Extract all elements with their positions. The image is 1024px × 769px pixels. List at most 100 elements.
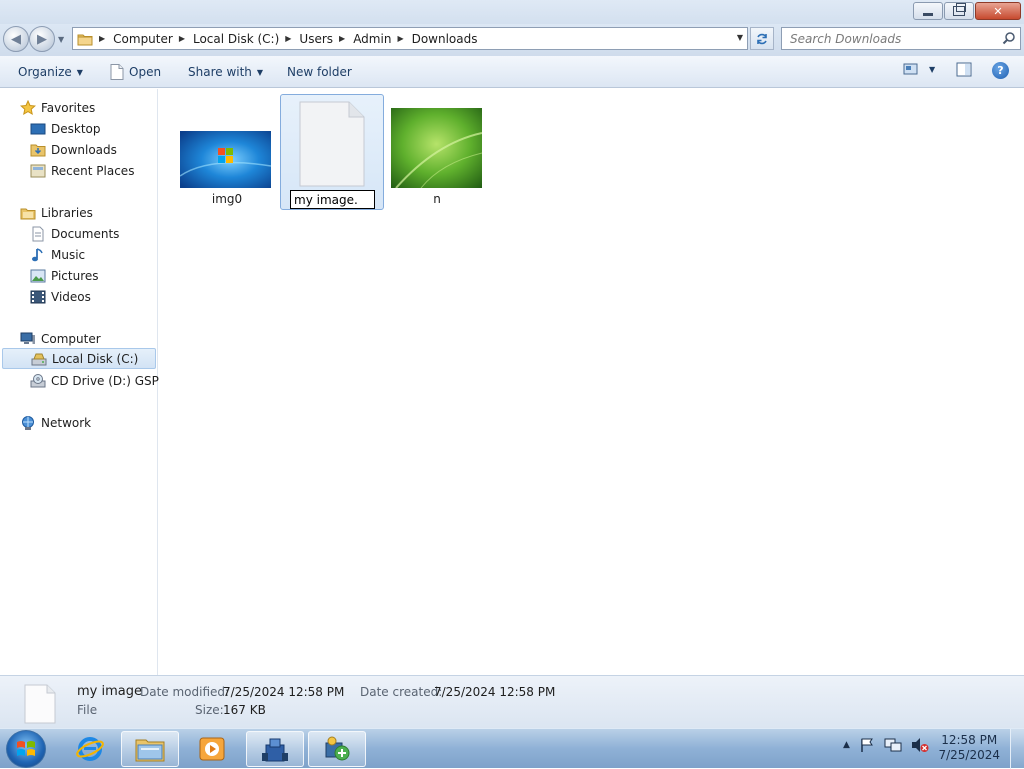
sidebar-label: Desktop bbox=[51, 121, 101, 136]
media-player-icon bbox=[199, 737, 225, 761]
breadcrumb-downloads[interactable]: Downloads bbox=[412, 32, 478, 46]
sidebar-label: CD Drive (D:) GSP1R bbox=[51, 373, 175, 388]
rename-field[interactable] bbox=[290, 190, 375, 209]
file-item-my-image[interactable] bbox=[280, 94, 384, 210]
sidebar-item-videos[interactable]: Videos bbox=[30, 286, 91, 307]
windows-explorer-icon bbox=[135, 739, 165, 762]
clock-time: 12:58 PM bbox=[941, 733, 998, 747]
taskbar-app-1[interactable] bbox=[246, 731, 304, 767]
share-with-label: Share with bbox=[188, 65, 252, 79]
taskbar: ▲ 12:58 PM 7/25/2024 bbox=[0, 728, 1024, 769]
sidebar-label: Documents bbox=[51, 226, 120, 241]
blank-file-icon bbox=[299, 101, 365, 187]
back-button[interactable]: ◀ bbox=[3, 26, 29, 52]
clock-date: 7/25/2024 bbox=[938, 748, 1000, 762]
organize-button[interactable]: Organize ▼ bbox=[18, 63, 83, 81]
organize-label: Organize bbox=[18, 65, 72, 79]
sidebar-label: Downloads bbox=[51, 142, 117, 157]
help-button[interactable]: ? bbox=[992, 62, 1009, 79]
sidebar-item-downloads[interactable]: Downloads bbox=[30, 139, 117, 160]
network-status-icon[interactable] bbox=[884, 737, 902, 753]
server-manager-icon bbox=[262, 738, 288, 762]
breadcrumb-root-arrow[interactable]: ▶ bbox=[97, 34, 113, 43]
recent-pages-dropdown[interactable]: ▼ bbox=[58, 35, 64, 44]
view-icon bbox=[903, 63, 918, 75]
taskbar-app-2[interactable] bbox=[308, 731, 366, 767]
sidebar-item-network[interactable]: Network bbox=[20, 412, 91, 433]
downloads-folder-icon bbox=[30, 144, 46, 156]
file-list[interactable]: img0 n bbox=[159, 89, 1024, 675]
taskbar-internet-explorer[interactable] bbox=[61, 731, 119, 767]
windows-logo-icon bbox=[17, 741, 35, 756]
taskbar-media-player[interactable] bbox=[183, 731, 241, 767]
refresh-icon bbox=[757, 33, 767, 44]
sidebar-item-recent-places[interactable]: Recent Places bbox=[30, 160, 134, 181]
command-bar: Organize ▼ Open Share with ▼ New folder ▼ bbox=[0, 56, 1024, 88]
sidebar-label: Videos bbox=[51, 289, 91, 304]
sidebar-item-music[interactable]: Music bbox=[30, 244, 85, 265]
minimize-icon bbox=[923, 12, 933, 16]
navigation-pane: Favorites Desktop Downloads Recent Place… bbox=[0, 89, 175, 675]
chevron-down-icon: ▼ bbox=[76, 67, 83, 77]
start-button[interactable] bbox=[6, 730, 46, 768]
sidebar-item-libraries[interactable]: Libraries bbox=[20, 202, 93, 223]
size-label: Size: bbox=[195, 703, 224, 717]
recent-places-icon bbox=[30, 164, 46, 177]
sidebar-item-pictures[interactable]: Pictures bbox=[30, 265, 99, 286]
address-dropdown-arrow[interactable]: ▼ bbox=[737, 33, 743, 42]
system-tray: ▲ bbox=[843, 737, 938, 753]
breadcrumb-admin[interactable]: Admin ▶ bbox=[353, 32, 411, 46]
folder-icon bbox=[77, 34, 93, 45]
sidebar-label: Computer bbox=[41, 331, 101, 346]
volume-muted-icon[interactable] bbox=[911, 737, 929, 753]
desktop-icon bbox=[30, 123, 46, 134]
new-folder-button[interactable]: New folder bbox=[287, 63, 352, 81]
sidebar-label: Libraries bbox=[41, 205, 93, 220]
action-center-flag-icon[interactable] bbox=[859, 737, 875, 753]
breadcrumb-computer[interactable]: Computer ▶ bbox=[113, 32, 193, 46]
refresh-button[interactable] bbox=[750, 27, 774, 50]
close-button[interactable]: ✕ bbox=[975, 2, 1021, 20]
explorer-window: ✕ ◀ ▶ ▼ ▶ Computer ▶ Local Disk (C:) ▶ Use… bbox=[0, 0, 1024, 728]
taskbar-windows-explorer[interactable] bbox=[121, 731, 179, 767]
share-with-button[interactable]: Share with ▼ bbox=[188, 63, 263, 81]
sidebar-item-favorites[interactable]: Favorites bbox=[20, 97, 95, 118]
file-item-n[interactable]: n bbox=[385, 95, 489, 213]
date-modified-label: Date modified: bbox=[140, 685, 230, 699]
address-bar[interactable]: ▶ Computer ▶ Local Disk (C:) ▶ Users ▶ Admi… bbox=[72, 27, 748, 50]
search-input[interactable] bbox=[782, 28, 992, 49]
show-hidden-icons-button[interactable]: ▲ bbox=[843, 740, 850, 750]
date-created-label: Date created: bbox=[360, 685, 443, 699]
file-name: img0 bbox=[211, 192, 243, 206]
sidebar-item-documents[interactable]: Documents bbox=[30, 223, 119, 244]
system-clock[interactable]: 12:58 PM 7/25/2024 bbox=[938, 733, 1000, 763]
show-desktop-button[interactable] bbox=[1010, 729, 1024, 769]
view-dropdown-icon[interactable]: ▼ bbox=[929, 65, 935, 74]
network-icon bbox=[22, 415, 34, 430]
computer-icon bbox=[20, 332, 35, 344]
minimize-button[interactable] bbox=[913, 2, 943, 20]
open-button[interactable]: Open bbox=[110, 63, 161, 81]
forward-button[interactable]: ▶ bbox=[29, 26, 55, 52]
breadcrumb-local-disk[interactable]: Local Disk (C:) ▶ bbox=[193, 32, 299, 46]
file-item-img0[interactable]: img0 bbox=[175, 95, 279, 213]
network-app-icon bbox=[325, 736, 350, 761]
sidebar-label: Pictures bbox=[51, 268, 99, 283]
maximize-button[interactable] bbox=[944, 2, 974, 20]
title-bar[interactable]: ✕ bbox=[0, 0, 1024, 24]
sidebar-item-cd-drive[interactable]: CD Drive (D:) GSP1R bbox=[30, 370, 175, 391]
star-icon bbox=[20, 99, 36, 115]
search-box[interactable] bbox=[781, 27, 1021, 50]
file-type-icon bbox=[24, 684, 56, 724]
preview-pane-button[interactable] bbox=[956, 62, 972, 77]
search-icon[interactable] bbox=[1002, 31, 1016, 45]
breadcrumb-users[interactable]: Users ▶ bbox=[299, 32, 353, 46]
details-file-name: my image bbox=[77, 684, 142, 699]
date-modified-value: 7/25/2024 12:58 PM bbox=[223, 685, 345, 699]
sidebar-item-desktop[interactable]: Desktop bbox=[30, 118, 101, 139]
sidebar-item-computer[interactable]: Computer bbox=[20, 328, 101, 349]
change-view-button[interactable]: ▼ bbox=[903, 62, 935, 76]
n-thumbnail bbox=[391, 108, 482, 188]
libraries-icon bbox=[20, 208, 36, 219]
sidebar-item-local-disk[interactable]: Local Disk (C:) bbox=[2, 348, 156, 369]
